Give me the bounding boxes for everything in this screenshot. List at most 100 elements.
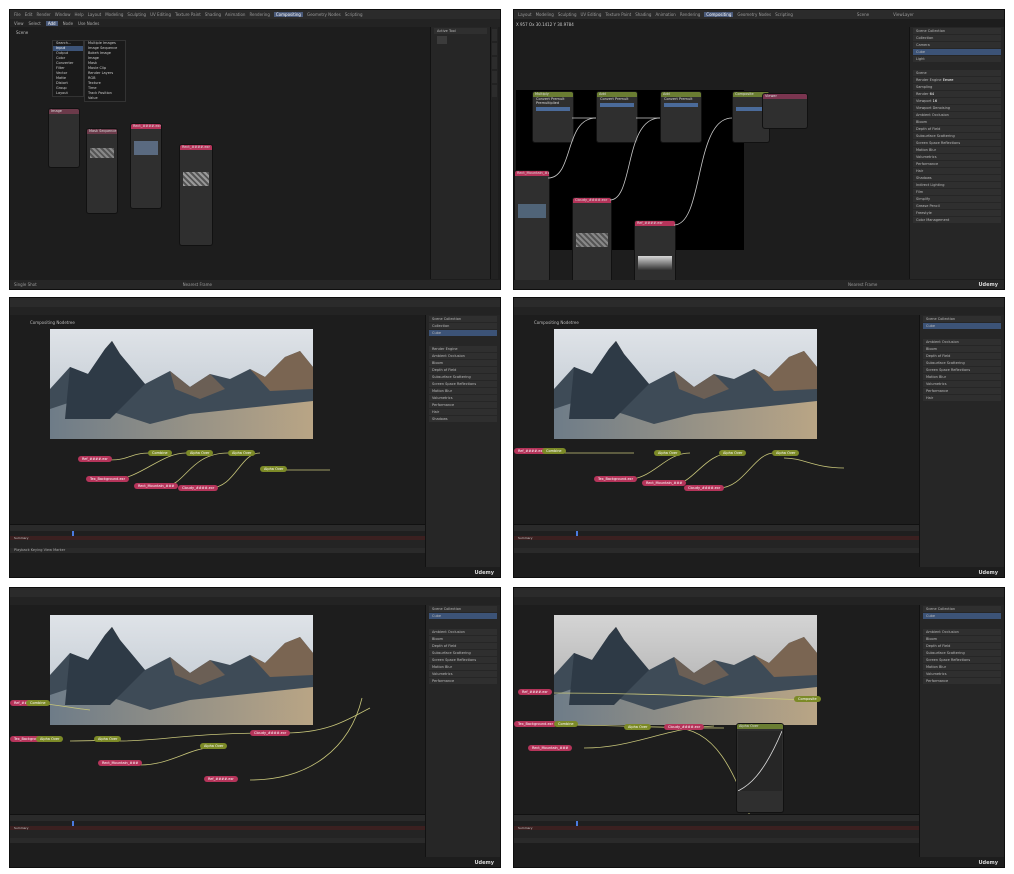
menu-select[interactable]: Select xyxy=(29,21,41,26)
section-header[interactable]: Depth of Field xyxy=(429,643,497,649)
timeline-ruler[interactable] xyxy=(514,531,919,536)
section-header[interactable]: Freestyle xyxy=(913,210,1001,216)
image-node-pill[interactable]: Tex_Background.exr xyxy=(86,476,130,482)
viewport-samples-row[interactable]: Viewport 16 xyxy=(913,98,1001,104)
section-header[interactable]: Screen Space Reflections xyxy=(429,657,497,663)
section-header[interactable]: Subsurface Scattering xyxy=(429,650,497,656)
image-node-pill[interactable]: Tex_Background.exr xyxy=(514,721,558,727)
section-header[interactable]: Shadows xyxy=(913,175,1001,181)
section-header[interactable]: Hair xyxy=(913,168,1001,174)
mix-node-pill[interactable]: Alpha Over xyxy=(719,450,747,456)
menu-add[interactable]: Add xyxy=(45,20,58,26)
section-header[interactable]: Subsurface Scattering xyxy=(429,374,497,380)
section-header[interactable]: Depth of Field xyxy=(923,353,1001,359)
render-engine-row[interactable]: Render Engine Eevee xyxy=(913,77,1001,83)
section-header[interactable]: Volumetrics xyxy=(923,381,1001,387)
viewport-denoise-checkbox[interactable]: Viewport Denoising xyxy=(913,105,1001,111)
section-header[interactable]: Volumetrics xyxy=(913,154,1001,160)
section-header[interactable]: Volumetrics xyxy=(429,671,497,677)
mix-node-pill[interactable]: Alpha Over xyxy=(624,724,652,730)
render-samples-row[interactable]: Render 64 xyxy=(913,91,1001,97)
section-header[interactable]: Color Management xyxy=(913,217,1001,223)
mix-node-pill[interactable]: Combine xyxy=(542,448,566,454)
playhead[interactable] xyxy=(576,821,578,826)
menu-render[interactable]: Render xyxy=(36,12,50,17)
image-node[interactable]: Image xyxy=(48,108,80,168)
section-header[interactable]: Hair xyxy=(429,409,497,415)
curve-graph[interactable] xyxy=(738,731,782,791)
section-header[interactable]: Motion Blur xyxy=(429,388,497,394)
mix-node-pill[interactable]: Alpha Over xyxy=(94,736,122,742)
section-header[interactable]: Ambient Occlusion xyxy=(923,629,1001,635)
image-node-pill[interactable]: Rect_Mountain_### xyxy=(528,745,573,751)
section-header[interactable]: Grease Pencil xyxy=(913,203,1001,209)
select-box-icon[interactable] xyxy=(437,36,447,44)
menu-node[interactable]: Node xyxy=(63,21,73,26)
menu-file[interactable]: File xyxy=(14,12,21,17)
menu-edit[interactable]: Edit xyxy=(25,12,33,17)
section-header[interactable]: Bloom xyxy=(913,119,1001,125)
playback-menu[interactable]: Playback xyxy=(14,548,30,552)
tab-uv-editing[interactable]: UV Editing xyxy=(150,12,171,17)
section-header[interactable]: Motion Blur xyxy=(923,374,1001,380)
section-header[interactable]: Screen Space Reflections xyxy=(923,657,1001,663)
section-header[interactable]: Screen Space Reflections xyxy=(913,140,1001,146)
playhead[interactable] xyxy=(72,821,74,826)
timeline-ruler[interactable] xyxy=(10,821,425,826)
image-node-pill[interactable]: Cloudy_####.exr xyxy=(684,485,725,491)
image-node-pill[interactable]: Ref_####.exr xyxy=(204,776,238,782)
mix-node-pill[interactable]: Alpha Over xyxy=(654,450,682,456)
image-node-pill[interactable]: Cloudy_####.exr xyxy=(664,724,705,730)
tab-layout[interactable]: Layout xyxy=(88,12,102,17)
playhead[interactable] xyxy=(72,531,74,536)
section-header[interactable]: Volumetrics xyxy=(429,395,497,401)
section-header[interactable]: Bloom xyxy=(429,636,497,642)
outliner-item[interactable]: Scene Collection xyxy=(923,316,1001,322)
section-header[interactable]: Performance xyxy=(923,388,1001,394)
section-header[interactable]: Ambient Occlusion xyxy=(429,629,497,635)
mix-node-pill[interactable]: Alpha Over xyxy=(200,743,228,749)
menu-help[interactable]: Help xyxy=(74,12,83,17)
section-header[interactable]: Bloom xyxy=(923,636,1001,642)
image-node-pill[interactable]: Rect_Mountain_### xyxy=(134,483,179,489)
timeline-ruler[interactable] xyxy=(10,531,425,536)
mix-node-pill[interactable]: Combine xyxy=(554,721,578,727)
mix-node-pill[interactable]: Alpha Over xyxy=(186,450,214,456)
outliner-item[interactable]: Collection xyxy=(429,323,497,329)
tab-compositing[interactable]: Compositing xyxy=(273,12,303,17)
outliner-item[interactable]: Cube xyxy=(429,330,497,336)
image-node[interactable]: Mask Sequence xyxy=(86,128,118,214)
section-header[interactable]: Depth of Field xyxy=(913,126,1001,132)
tab-animation[interactable]: Animation xyxy=(225,12,245,17)
tab-texture-paint[interactable]: Texture Paint xyxy=(175,12,201,17)
image-node-pill[interactable]: Cloudy_####.exr xyxy=(178,485,219,491)
image-node-pill[interactable]: Rect_Mountain_### xyxy=(98,760,143,766)
section-header[interactable]: Performance xyxy=(923,678,1001,684)
section-header[interactable]: Ambient Occlusion xyxy=(913,112,1001,118)
section-header[interactable]: Subsurface Scattering xyxy=(923,650,1001,656)
image-node-pill[interactable]: Rect_Mountain_### xyxy=(642,480,687,486)
add-menu-item[interactable]: Layout xyxy=(53,91,83,96)
tab-geometry-nodes[interactable]: Geometry Nodes xyxy=(307,12,341,17)
image-node-pill[interactable]: Ref_####.exr xyxy=(518,689,552,695)
mix-node-pill[interactable]: Alpha Over xyxy=(228,450,256,456)
section-header[interactable]: Screen Space Reflections xyxy=(923,367,1001,373)
image-node-pill[interactable]: Ref_####.exr xyxy=(78,456,112,462)
curves-node[interactable]: Alpha Over xyxy=(736,723,784,813)
section-header[interactable]: Subsurface Scattering xyxy=(923,360,1001,366)
section-header[interactable]: Shadows xyxy=(429,416,497,422)
keying-menu[interactable]: Keying xyxy=(31,548,43,552)
outliner-item[interactable]: Scene Collection xyxy=(429,606,497,612)
outliner-item[interactable]: Collection xyxy=(913,35,1001,41)
use-nodes-toggle[interactable]: Use Nodes xyxy=(78,21,99,26)
tab-shading[interactable]: Shading xyxy=(205,12,221,17)
section-header[interactable]: Simplify xyxy=(913,196,1001,202)
section-header[interactable]: Indirect Lighting xyxy=(913,182,1001,188)
render-engine-row[interactable]: Render Engine xyxy=(429,346,497,352)
view-menu[interactable]: View xyxy=(44,548,52,552)
section-header[interactable]: Film xyxy=(913,189,1001,195)
outliner-item[interactable]: Scene Collection xyxy=(913,28,1001,34)
playhead[interactable] xyxy=(576,531,578,536)
section-header[interactable]: Performance xyxy=(429,678,497,684)
section-header[interactable]: Motion Blur xyxy=(429,664,497,670)
